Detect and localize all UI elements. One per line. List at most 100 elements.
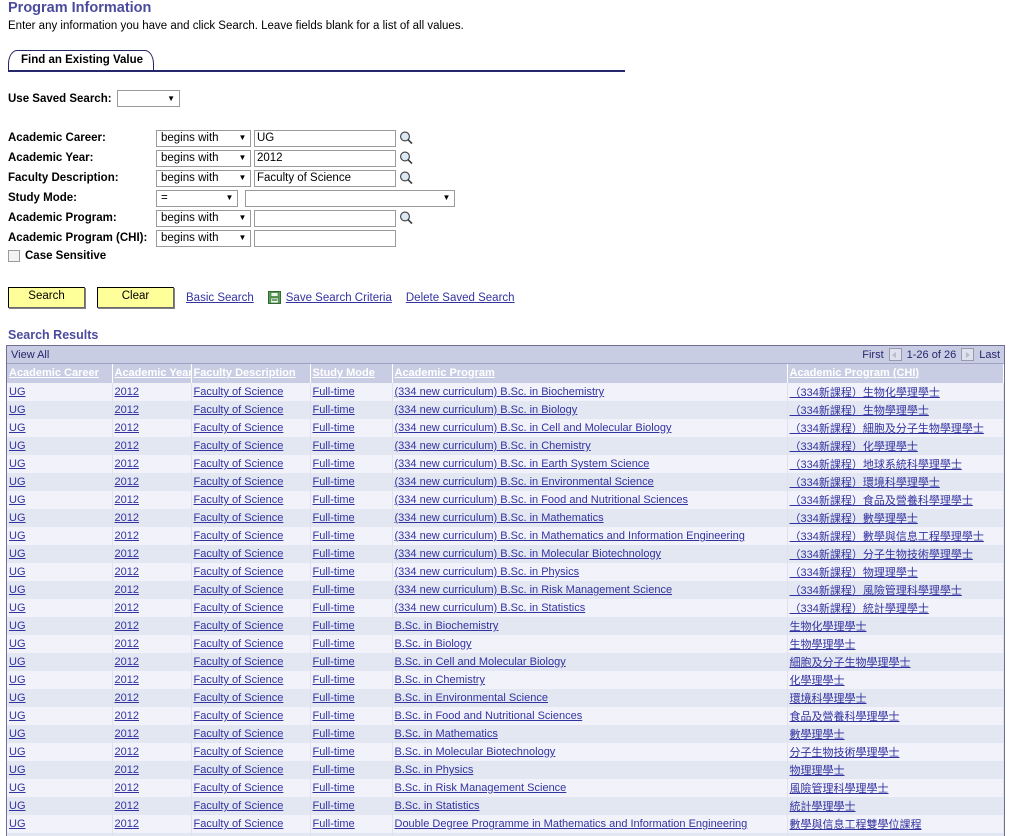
cell-study-mode-link[interactable]: Full-time	[313, 530, 355, 542]
cell-faculty-description-link[interactable]: Faculty of Science	[194, 728, 284, 740]
column-header-faculty-description[interactable]: Faculty Description	[191, 364, 311, 383]
cell-faculty-description-link[interactable]: Faculty of Science	[194, 386, 284, 398]
cell-academic-year-link[interactable]: 2012	[115, 800, 139, 812]
cell-academic-career-link[interactable]: UG	[9, 728, 26, 740]
cell-academic-career-link[interactable]: UG	[9, 800, 26, 812]
cell-academic-program-link[interactable]: B.Sc. in Molecular Biotechnology	[395, 746, 556, 758]
lookup-icon-academic-career[interactable]	[398, 130, 415, 146]
cell-academic-career-link[interactable]: UG	[9, 602, 26, 614]
cell-academic-program-chi-link[interactable]: （334新課程）物理理學士	[790, 567, 918, 579]
column-header-academic-career[interactable]: Academic Career	[7, 364, 113, 383]
cell-academic-program-chi-link[interactable]: （334新課程）地球系統科學理學士	[790, 459, 962, 471]
cell-study-mode-link[interactable]: Full-time	[313, 422, 355, 434]
cell-academic-year-link[interactable]: 2012	[115, 440, 139, 452]
cell-academic-career-link[interactable]: UG	[9, 638, 26, 650]
cell-study-mode-link[interactable]: Full-time	[313, 764, 355, 776]
cell-academic-career-link[interactable]: UG	[9, 512, 26, 524]
next-page-icon[interactable]	[961, 348, 975, 361]
operator-select-academic-program-chi[interactable]: begins with ▼	[156, 229, 251, 247]
cell-faculty-description-link[interactable]: Faculty of Science	[194, 512, 284, 524]
cell-study-mode-link[interactable]: Full-time	[313, 674, 355, 686]
cell-academic-program-link[interactable]: (334 new curriculum) B.Sc. in Molecular …	[395, 548, 662, 560]
cell-academic-year-link[interactable]: 2012	[115, 782, 139, 794]
cell-study-mode-link[interactable]: Full-time	[313, 620, 355, 632]
cell-academic-program-link[interactable]: B.Sc. in Food and Nutritional Sciences	[395, 710, 583, 722]
cell-academic-program-link[interactable]: (334 new curriculum) B.Sc. in Cell and M…	[395, 422, 672, 434]
cell-academic-career-link[interactable]: UG	[9, 476, 26, 488]
case-sensitive-row[interactable]: Case Sensitive	[8, 250, 106, 262]
cell-study-mode-link[interactable]: Full-time	[313, 458, 355, 470]
cell-faculty-description-link[interactable]: Faculty of Science	[194, 818, 284, 830]
cell-academic-year-link[interactable]: 2012	[115, 746, 139, 758]
cell-academic-year-link[interactable]: 2012	[115, 692, 139, 704]
cell-study-mode-link[interactable]: Full-time	[313, 656, 355, 668]
cell-academic-program-chi-link[interactable]: （334新課程）生物學理學士	[790, 405, 929, 417]
cell-academic-year-link[interactable]: 2012	[115, 728, 139, 740]
cell-academic-program-link[interactable]: (334 new curriculum) B.Sc. in Food and N…	[395, 494, 688, 506]
cell-faculty-description-link[interactable]: Faculty of Science	[194, 782, 284, 794]
view-all-link[interactable]: View All	[11, 349, 49, 361]
cell-academic-program-chi-link[interactable]: （334新課程）環境科學理學士	[790, 477, 940, 489]
operator-select-academic-career[interactable]: begins with ▼	[156, 129, 251, 147]
cell-academic-year-link[interactable]: 2012	[115, 530, 139, 542]
cell-academic-year-link[interactable]: 2012	[115, 638, 139, 650]
cell-academic-program-chi-link[interactable]: （334新課程）統計學理學士	[790, 603, 929, 615]
cell-faculty-description-link[interactable]: Faculty of Science	[194, 566, 284, 578]
cell-academic-program-chi-link[interactable]: 統計學理學士	[790, 801, 856, 813]
cell-academic-year-link[interactable]: 2012	[115, 476, 139, 488]
cell-faculty-description-link[interactable]: Faculty of Science	[194, 710, 284, 722]
input-academic-career[interactable]	[254, 129, 396, 147]
cell-study-mode-link[interactable]: Full-time	[313, 638, 355, 650]
basic-search-link[interactable]: Basic Search	[186, 292, 254, 304]
cell-academic-year-link[interactable]: 2012	[115, 818, 139, 830]
cell-academic-program-chi-link[interactable]: （334新課程）細胞及分子生物學理學士	[790, 423, 984, 435]
cell-academic-career-link[interactable]: UG	[9, 530, 26, 542]
operator-select-faculty-description[interactable]: begins with ▼	[156, 169, 251, 187]
cell-academic-program-link[interactable]: B.Sc. in Environmental Science	[395, 692, 548, 704]
input-academic-year[interactable]	[254, 149, 396, 167]
save-search-criteria-link[interactable]: Save Search Criteria	[286, 292, 392, 304]
cell-academic-year-link[interactable]: 2012	[115, 422, 139, 434]
cell-academic-program-chi-link[interactable]: 化學理學士	[790, 675, 845, 687]
cell-academic-program-chi-link[interactable]: 數學與信息工程雙學位課程	[790, 819, 922, 831]
cell-academic-career-link[interactable]: UG	[9, 440, 26, 452]
cell-academic-career-link[interactable]: UG	[9, 674, 26, 686]
cell-academic-career-link[interactable]: UG	[9, 386, 26, 398]
cell-academic-program-chi-link[interactable]: 環境科學理學士	[790, 693, 867, 705]
cell-academic-program-link[interactable]: (334 new curriculum) B.Sc. in Biochemist…	[395, 386, 605, 398]
cell-faculty-description-link[interactable]: Faculty of Science	[194, 638, 284, 650]
cell-academic-program-link[interactable]: B.Sc. in Cell and Molecular Biology	[395, 656, 566, 668]
cell-academic-program-link[interactable]: B.Sc. in Chemistry	[395, 674, 485, 686]
cell-academic-program-chi-link[interactable]: （334新課程）分子生物技術學理學士	[790, 549, 973, 561]
lookup-icon-faculty-description[interactable]	[398, 170, 415, 186]
cell-academic-program-link[interactable]: B.Sc. in Risk Management Science	[395, 782, 567, 794]
cell-study-mode-link[interactable]: Full-time	[313, 800, 355, 812]
cell-academic-career-link[interactable]: UG	[9, 710, 26, 722]
cell-academic-career-link[interactable]: UG	[9, 746, 26, 758]
cell-study-mode-link[interactable]: Full-time	[313, 512, 355, 524]
search-button[interactable]: Search	[8, 287, 85, 308]
cell-study-mode-link[interactable]: Full-time	[313, 728, 355, 740]
input-faculty-description[interactable]	[254, 169, 396, 187]
cell-academic-year-link[interactable]: 2012	[115, 404, 139, 416]
cell-academic-career-link[interactable]: UG	[9, 692, 26, 704]
cell-study-mode-link[interactable]: Full-time	[313, 440, 355, 452]
lookup-icon-academic-program[interactable]	[398, 210, 415, 226]
cell-academic-year-link[interactable]: 2012	[115, 386, 139, 398]
cell-academic-program-chi-link[interactable]: 數學理學士	[790, 729, 845, 741]
cell-faculty-description-link[interactable]: Faculty of Science	[194, 692, 284, 704]
case-sensitive-checkbox[interactable]	[8, 250, 20, 262]
cell-study-mode-link[interactable]: Full-time	[313, 710, 355, 722]
cell-academic-career-link[interactable]: UG	[9, 818, 26, 830]
column-header-academic-year[interactable]: Academic Year	[112, 364, 192, 383]
cell-academic-program-link[interactable]: (334 new curriculum) B.Sc. in Mathematic…	[395, 530, 745, 542]
cell-academic-program-link[interactable]: (334 new curriculum) B.Sc. in Chemistry	[395, 440, 591, 452]
cell-study-mode-link[interactable]: Full-time	[313, 602, 355, 614]
cell-academic-career-link[interactable]: UG	[9, 764, 26, 776]
cell-academic-year-link[interactable]: 2012	[115, 620, 139, 632]
cell-academic-program-link[interactable]: (334 new curriculum) B.Sc. in Environmen…	[395, 476, 654, 488]
cell-faculty-description-link[interactable]: Faculty of Science	[194, 764, 284, 776]
cell-academic-program-chi-link[interactable]: （334新課程）化學理學士	[790, 441, 918, 453]
input-academic-program[interactable]	[254, 209, 396, 227]
cell-academic-program-link[interactable]: (334 new curriculum) B.Sc. in Risk Manag…	[395, 584, 673, 596]
